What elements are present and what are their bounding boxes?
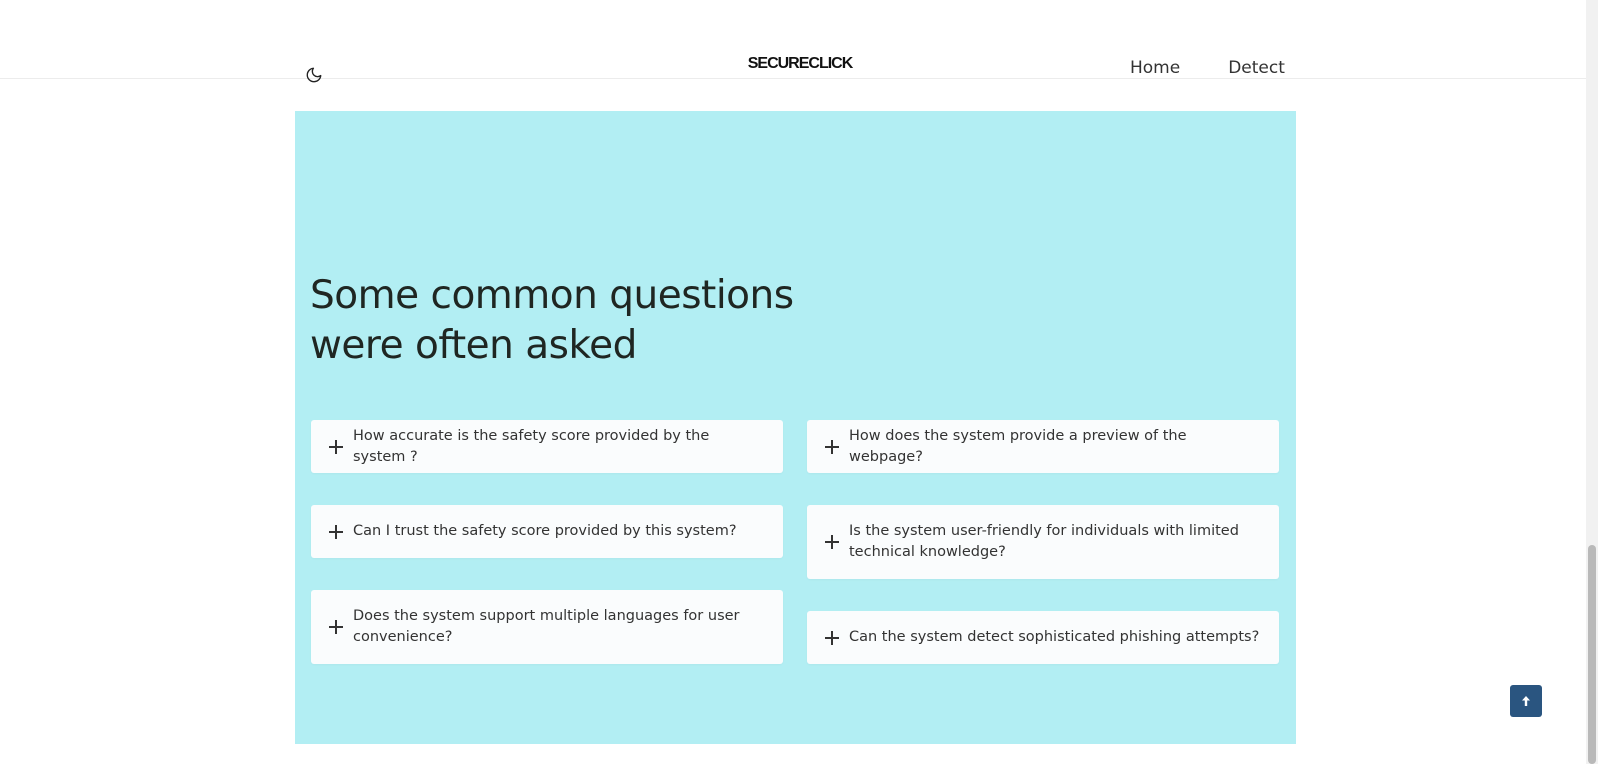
faq-item[interactable]: Can the system detect sophisticated phis… [807,611,1279,664]
faq-item[interactable]: Can I trust the safety score provided by… [311,505,783,558]
brand-logo[interactable]: SECURECLICK [700,55,900,73]
plus-icon [329,620,343,634]
site-header: SECURECLICK Home Detect [0,0,1586,83]
scroll-to-top-button[interactable] [1510,685,1542,717]
faq-section: Some common questions were often asked H… [295,111,1296,744]
page-scrollbar[interactable] [1586,0,1598,764]
plus-icon [329,439,343,454]
moon-icon [306,67,322,83]
nav-detect-link[interactable]: Detect [1228,58,1285,78]
page: SECURECLICK Home Detect Some common ques… [0,0,1598,764]
arrow-up-icon [1522,696,1530,706]
plus-icon [825,535,839,549]
theme-toggle-button[interactable] [303,64,325,86]
faq-question: How accurate is the safety score provide… [353,427,710,465]
faq-item[interactable]: How accurate is the safety score provide… [311,420,783,473]
faq-question: Can I trust the safety score provided by… [353,523,737,539]
faq-item[interactable]: Does the system support multiple languag… [311,590,783,664]
faq-question: How does the system provide a preview of… [849,427,1187,465]
plus-icon [329,524,343,539]
faq-question: Can the system detect sophisticated phis… [849,629,1260,645]
faq-question: Is the system user-friendly for individu… [849,523,1239,560]
plus-icon [825,439,839,454]
scrollbar-thumb[interactable] [1588,545,1596,764]
plus-icon [825,630,839,645]
faq-item[interactable]: Is the system user-friendly for individu… [807,505,1279,579]
main-nav: Home Detect [1130,58,1285,78]
faq-item[interactable]: How does the system provide a preview of… [807,420,1279,473]
faq-title: Some common questions were often asked [310,273,794,368]
faq-question: Does the system support multiple languag… [353,608,740,645]
nav-home-link[interactable]: Home [1130,58,1180,78]
